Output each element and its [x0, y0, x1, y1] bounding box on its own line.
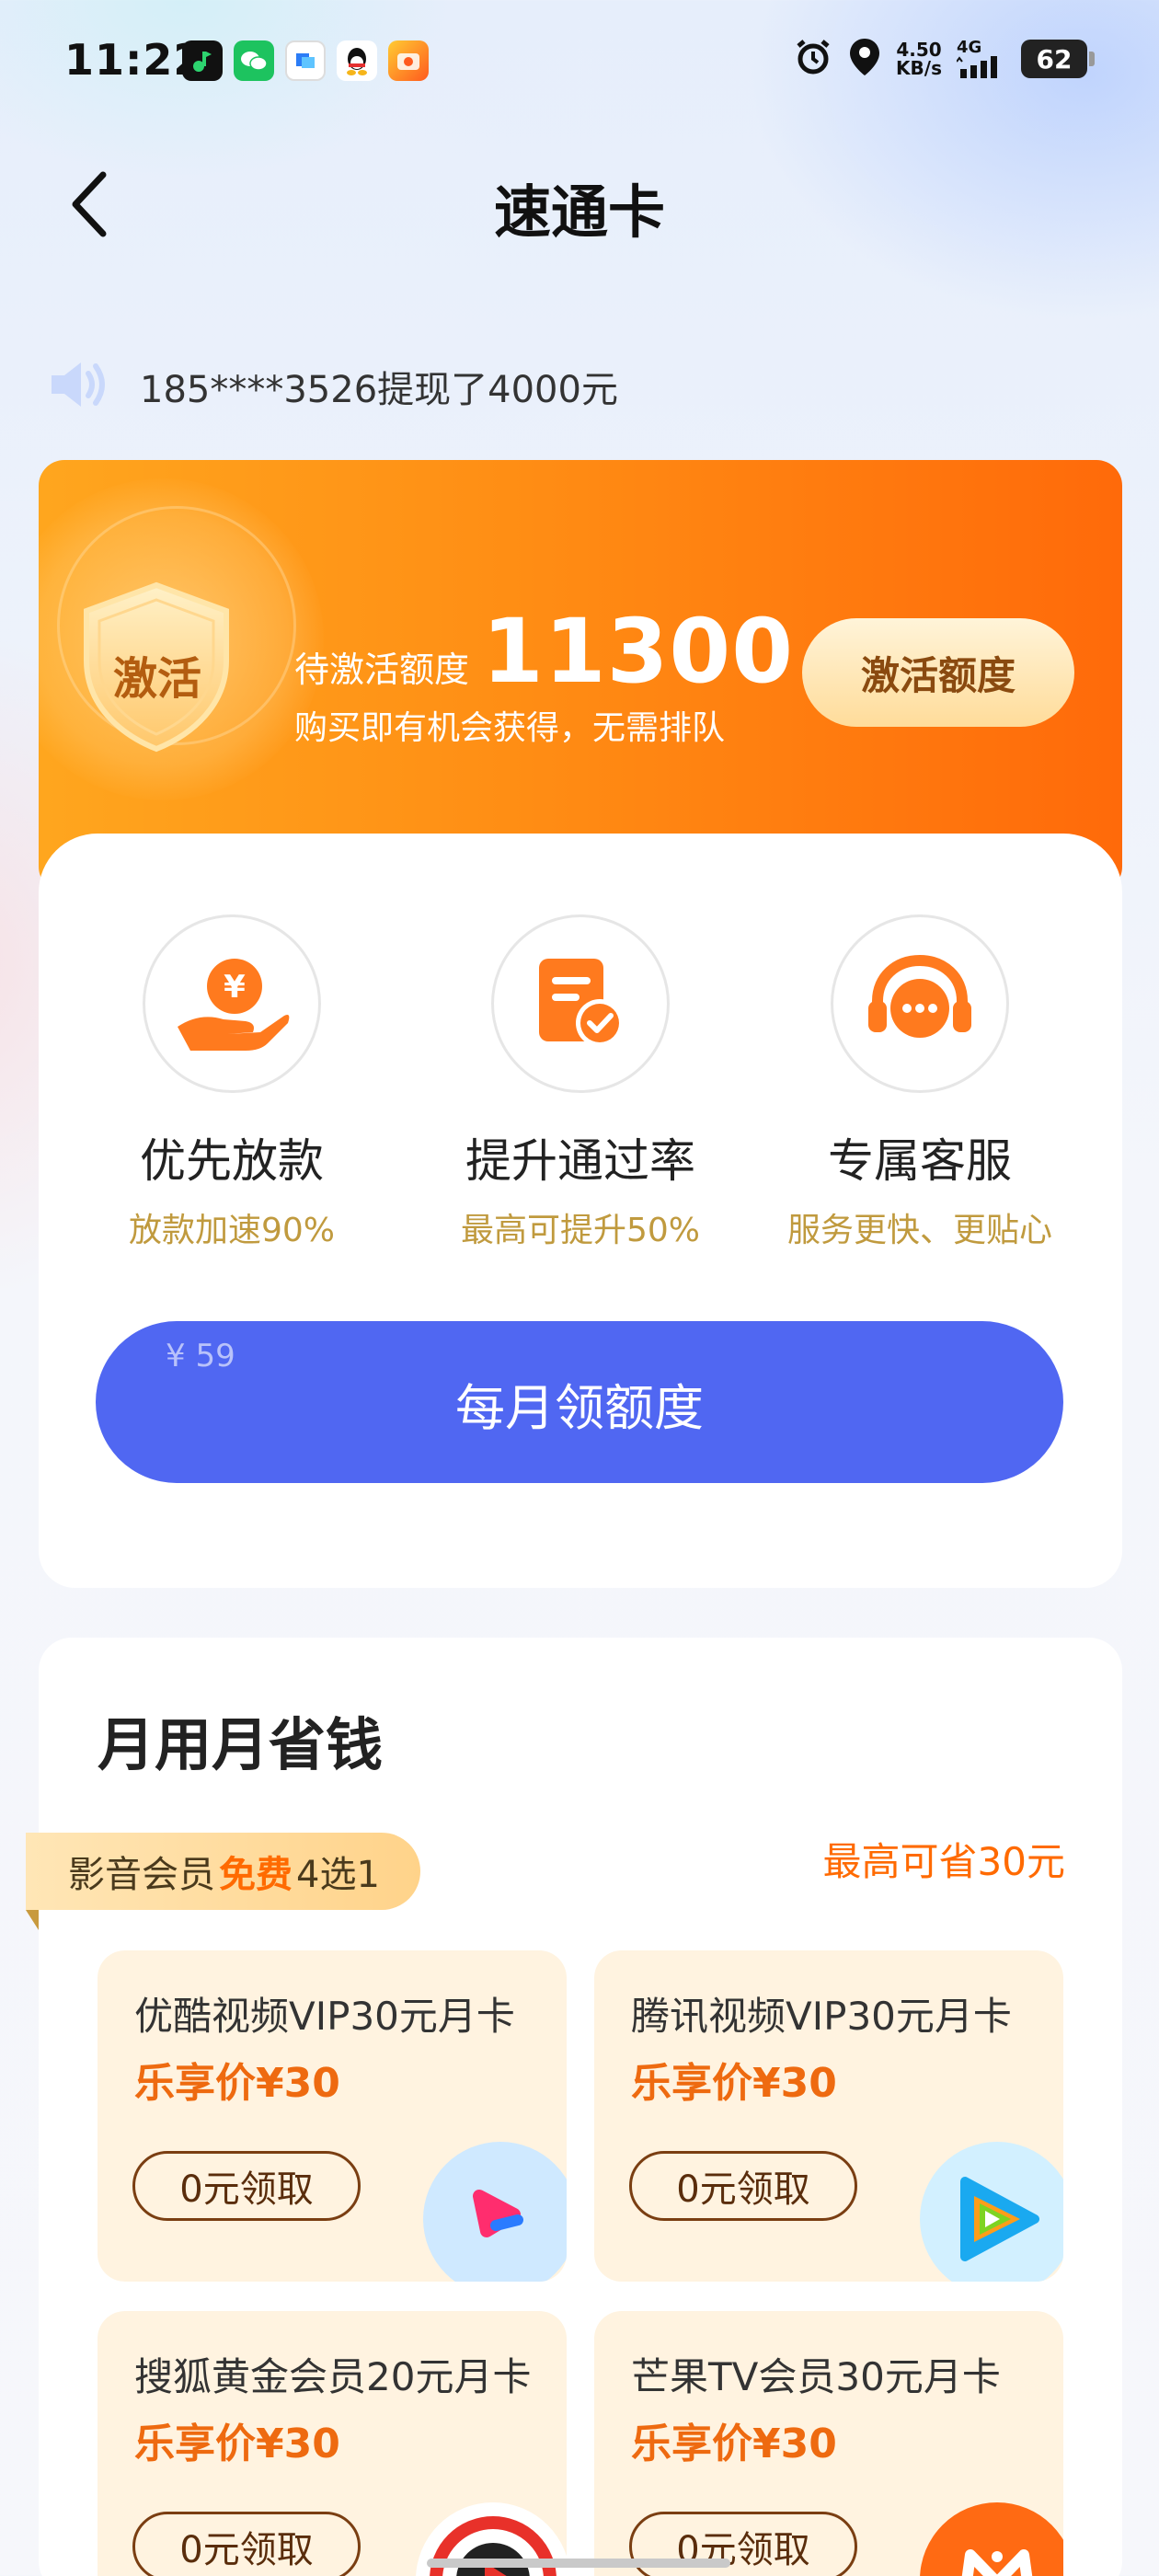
alarm-icon [793, 37, 833, 81]
benefit-title: 提升通过率 [465, 1134, 695, 1188]
benefit-icon-circle: ¥ [143, 914, 321, 1093]
page-title: 速通卡 [493, 178, 665, 246]
vip-card-sohu[interactable]: 搜狐黄金会员20元月卡 乐享价¥30 0元领取 [98, 2311, 567, 2576]
tag-prefix: 影音会员 [68, 1854, 215, 1896]
notice-text: 185****3526提现了4000元 [140, 369, 618, 411]
tag-fold [26, 1910, 39, 1930]
vip-name: 芒果TV会员30元月卡 [631, 2354, 1001, 2399]
monthly-quota-button[interactable]: ¥ 59 每月领额度 [96, 1321, 1063, 1483]
activation-card: 激活 待激活额度 11300 元 购买即有机会获得，无需排队 激活额度 [39, 460, 1122, 892]
savings-title: 月用月省钱 [98, 1711, 384, 1778]
vip-name: 腾讯视频VIP30元月卡 [631, 1994, 1012, 2039]
home-indicator[interactable] [427, 2559, 730, 2568]
vip-card-youku[interactable]: 优酷视频VIP30元月卡 乐享价¥30 0元领取 [98, 1950, 567, 2282]
notice-bar: 185****3526提现了4000元 [48, 357, 618, 416]
svg-text:¥: ¥ [224, 969, 246, 1006]
activate-quota-button[interactable]: 激活额度 [802, 618, 1074, 727]
claim-button[interactable]: 0元领取 [629, 2151, 857, 2221]
vip-card-mango[interactable]: 芒果TV会员30元月卡 乐享价¥30 0元领取 [594, 2311, 1063, 2576]
signal-bars-icon [957, 56, 997, 78]
claim-button[interactable]: 0元领取 [132, 2512, 361, 2576]
vip-name: 搜狐黄金会员20元月卡 [134, 2354, 532, 2399]
vip-price: 乐享价¥30 [134, 2060, 340, 2107]
benefit-subtitle: 放款加速90% [128, 1212, 336, 1249]
wechat-app-icon [234, 40, 274, 81]
vip-price: 乐享价¥30 [631, 2421, 837, 2467]
claim-button[interactable]: 0元领取 [132, 2151, 361, 2221]
shield-badge: 激活 [84, 581, 302, 810]
activation-description: 购买即有机会获得，无需排队 [294, 709, 726, 747]
shopping-app-icon [388, 40, 429, 81]
network-type: 4G [957, 38, 982, 57]
vip-name: 优酷视频VIP30元月卡 [134, 1994, 515, 2039]
status-bar: 11:22 4.50 KB/s 4G 62 [0, 0, 1159, 120]
vip-price: 乐享价¥30 [631, 2060, 837, 2107]
benefit-title: 优先放款 [140, 1134, 324, 1188]
tencent-video-icon [920, 2142, 1063, 2282]
benefit-customer-service: 专属客服 服务更快、更贴心 [754, 914, 1085, 1251]
headset-chat-icon [868, 954, 971, 1038]
benefit-icon-circle [831, 914, 1009, 1093]
tag-suffix: 4选1 [296, 1854, 380, 1896]
battery-cap [1089, 52, 1095, 66]
cellular-signal: 4G [957, 40, 1006, 78]
music-app-icon [182, 40, 223, 81]
youku-icon [423, 2142, 567, 2282]
mango-tv-icon [920, 2502, 1063, 2576]
benefit-pass-rate: 提升通过率 最高可提升50% [415, 914, 746, 1251]
benefit-subtitle: 服务更快、更贴心 [786, 1212, 1052, 1249]
pending-label: 待激活额度 [294, 650, 470, 690]
benefit-subtitle: 最高可提升50% [460, 1212, 701, 1249]
status-app-icons [182, 40, 429, 81]
benefit-priority-loan: ¥ 优先放款 放款加速90% [66, 914, 397, 1251]
max-savings: 最高可省30元 [822, 1839, 1065, 1884]
yen-hand-icon: ¥ [178, 959, 290, 1051]
net-speed-value: 4.50 [896, 39, 942, 61]
vip-price: 乐享价¥30 [134, 2421, 340, 2467]
battery-indicator: 62 [1021, 40, 1095, 78]
shield-label: 激活 [112, 653, 201, 705]
net-speed-unit: KB/s [896, 57, 942, 79]
benefit-icon-circle [491, 914, 670, 1093]
pending-amount: 11300 [482, 600, 794, 703]
membership-tag: 影音会员 免费 4选1 [26, 1833, 420, 1910]
cta-label: 每月领额度 [455, 1379, 704, 1437]
benefit-title: 专属客服 [828, 1134, 1012, 1188]
speaker-icon [48, 357, 112, 416]
battery-level: 62 [1021, 40, 1087, 78]
status-indicators: 4.50 KB/s 4G 62 [793, 37, 1095, 81]
tag-free: 免费 [219, 1854, 293, 1896]
vip-card-tencent[interactable]: 腾讯视频VIP30元月卡 乐享价¥30 0元领取 [594, 1950, 1063, 2282]
savings-section: 月用月省钱 影音会员 免费 4选1 最高可省30元 优酷视频VIP30元月卡 乐… [26, 1638, 1122, 2576]
benefits-card: ¥ 优先放款 放款加速90% 提升通过率 最高可提升50% 专属客服 服务更快、… [39, 834, 1122, 1588]
network-speed: 4.50 KB/s [896, 40, 942, 77]
location-icon [848, 37, 881, 81]
document-check-icon [539, 959, 624, 1047]
blue-app-icon [285, 40, 326, 81]
qq-app-icon [337, 40, 377, 81]
activation-amount-row: 待激活额度 11300 元 [294, 605, 840, 697]
activation-info: 待激活额度 11300 元 购买即有机会获得，无需排队 [294, 605, 840, 749]
